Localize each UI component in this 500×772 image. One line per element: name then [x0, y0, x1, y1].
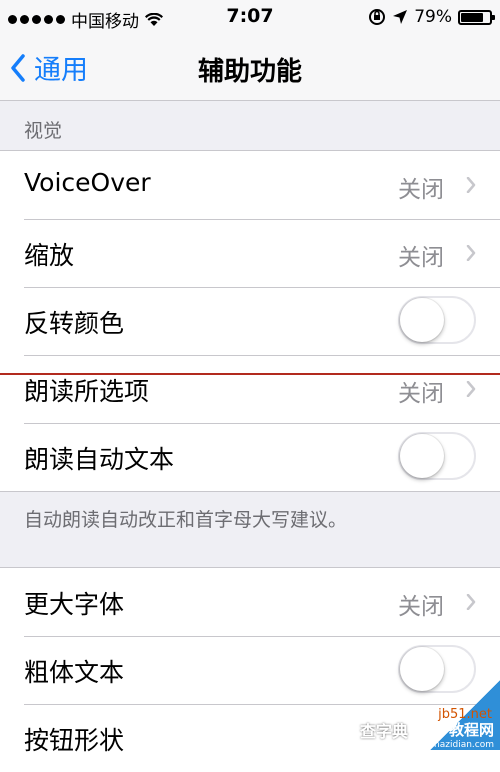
row-label: 朗读所选项	[24, 377, 150, 406]
row-label: 更大字体	[24, 590, 125, 619]
invert-colors-toggle[interactable]	[398, 296, 476, 344]
battery-percent: 79%	[414, 7, 452, 27]
battery-icon	[458, 9, 495, 25]
orientation-lock-icon	[369, 9, 386, 25]
watermark-left-text: 查字典	[360, 722, 409, 741]
navigation-bar: 通用 辅助功能	[0, 36, 500, 101]
status-right: 79%	[368, 7, 495, 27]
row-value: 关闭	[398, 245, 444, 271]
location-arrow-icon	[393, 10, 408, 24]
chevron-right-icon	[466, 594, 476, 610]
watermark-cn: 教程网	[448, 721, 494, 739]
row-label: 缩放	[24, 241, 75, 270]
row-bold-text: 粗体文本	[0, 636, 500, 704]
battery-level-fill	[461, 12, 483, 22]
row-label: 按钮形状	[24, 726, 125, 755]
row-speak-selection[interactable]: 朗读所选项 关闭	[0, 355, 500, 423]
section-header-vision: 视觉	[24, 120, 63, 142]
chevron-right-icon	[466, 245, 476, 261]
toggle-knob	[400, 298, 444, 342]
row-speak-auto-text: 朗读自动文本	[0, 423, 500, 491]
watermark: 查字典 jb51.net 教程网 jiaocheng.chazidian.com	[360, 680, 500, 750]
row-larger-type[interactable]: 更大字体 关闭	[0, 568, 500, 636]
row-label: 粗体文本	[24, 658, 125, 687]
row-value: 关闭	[398, 381, 444, 407]
settings-group-vision: VoiceOver 关闭 缩放 关闭 反转颜色 朗读所选项 关闭 朗读自动文本	[0, 150, 500, 492]
watermark-url: jiaocheng.chazidian.com	[382, 740, 494, 750]
row-voiceover[interactable]: VoiceOver 关闭	[0, 151, 500, 219]
row-label: 朗读自动文本	[24, 445, 175, 474]
row-value: 关闭	[398, 594, 444, 620]
chevron-right-icon	[466, 381, 476, 397]
speak-auto-text-toggle[interactable]	[398, 432, 476, 480]
chevron-right-icon	[466, 177, 476, 193]
toggle-knob	[400, 434, 444, 478]
status-bar: 中国移动 7:07 79%	[0, 0, 500, 36]
row-label: VoiceOver	[24, 168, 151, 197]
annotation-line	[0, 373, 500, 375]
row-value: 关闭	[398, 177, 444, 203]
page-title: 辅助功能	[197, 57, 302, 87]
row-invert-colors: 反转颜色	[0, 287, 500, 355]
section-footer-speak: 自动朗读自动改正和首字母大写建议。	[24, 509, 348, 531]
row-zoom[interactable]: 缩放 关闭	[0, 219, 500, 287]
row-label: 反转颜色	[24, 309, 125, 338]
